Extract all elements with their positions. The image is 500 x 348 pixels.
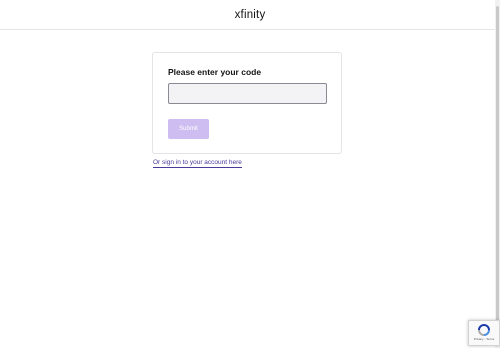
scrollbar-thumb[interactable] <box>496 6 499 336</box>
page: xfinity Please enter your code Submit Or… <box>0 0 500 348</box>
xfinity-logo[interactable]: xfinity <box>235 9 266 21</box>
recaptcha-badge[interactable]: Privacy - Terms <box>468 320 500 346</box>
card-title: Please enter your code <box>168 67 262 77</box>
page-scrollbar[interactable] <box>495 0 500 348</box>
submit-button[interactable]: Submit <box>168 119 209 139</box>
site-header: xfinity <box>0 0 500 30</box>
code-entry-card: Please enter your code Submit <box>152 52 342 154</box>
code-input[interactable] <box>168 83 327 104</box>
sign-in-link[interactable]: Or sign in to your account here <box>153 159 242 168</box>
recaptcha-icon <box>478 324 490 336</box>
recaptcha-terms[interactable]: Privacy - Terms <box>474 337 495 341</box>
